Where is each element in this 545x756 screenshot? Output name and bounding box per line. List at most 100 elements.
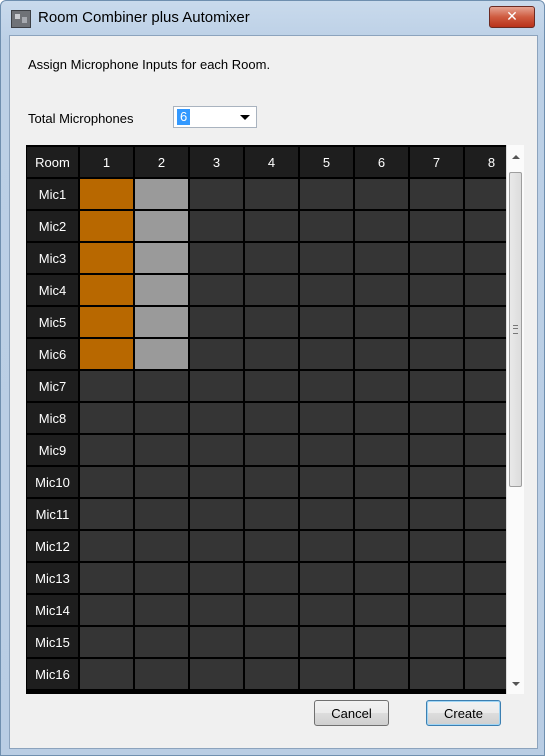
grid-cell-mic6-room4[interactable] — [245, 339, 298, 369]
grid-cell-mic10-room5[interactable] — [300, 467, 353, 497]
grid-cell-mic3-room1[interactable] — [80, 243, 133, 273]
grid-cell-mic8-room4[interactable] — [245, 403, 298, 433]
grid-cell-mic3-room2[interactable] — [135, 243, 188, 273]
grid-cell-mic1-room1[interactable] — [80, 179, 133, 209]
grid-cell-mic4-room7[interactable] — [410, 275, 463, 305]
title-bar[interactable]: Room Combiner plus Automixer ✕ — [1, 1, 544, 35]
grid-cell-mic16-room5[interactable] — [300, 659, 353, 689]
grid-cell-mic15-room3[interactable] — [190, 627, 243, 657]
grid-cell-mic15-room5[interactable] — [300, 627, 353, 657]
grid-cell-mic4-room2[interactable] — [135, 275, 188, 305]
grid-cell-mic4-room6[interactable] — [355, 275, 408, 305]
grid-cell-mic13-room6[interactable] — [355, 563, 408, 593]
grid-cell-mic2-room7[interactable] — [410, 211, 463, 241]
grid-cell-mic14-room3[interactable] — [190, 595, 243, 625]
grid-cell-mic8-room1[interactable] — [80, 403, 133, 433]
grid-cell-mic4-room4[interactable] — [245, 275, 298, 305]
grid-cell-mic9-room6[interactable] — [355, 435, 408, 465]
grid-cell-mic11-room3[interactable] — [190, 499, 243, 529]
grid-cell-mic11-room4[interactable] — [245, 499, 298, 529]
grid-cell-mic15-room7[interactable] — [410, 627, 463, 657]
grid-cell-mic14-room7[interactable] — [410, 595, 463, 625]
grid-cell-mic2-room4[interactable] — [245, 211, 298, 241]
grid-cell-mic5-room5[interactable] — [300, 307, 353, 337]
grid-cell-mic9-room2[interactable] — [135, 435, 188, 465]
scroll-up-arrow-icon[interactable] — [512, 155, 520, 159]
grid-cell-mic4-room1[interactable] — [80, 275, 133, 305]
grid-cell-mic5-room4[interactable] — [245, 307, 298, 337]
grid-cell-mic10-room3[interactable] — [190, 467, 243, 497]
grid-cell-mic10-room6[interactable] — [355, 467, 408, 497]
close-button[interactable]: ✕ — [489, 6, 535, 28]
grid-cell-mic16-room7[interactable] — [410, 659, 463, 689]
grid-cell-mic3-room4[interactable] — [245, 243, 298, 273]
grid-cell-mic1-room7[interactable] — [410, 179, 463, 209]
grid-cell-mic3-room7[interactable] — [410, 243, 463, 273]
grid-cell-mic12-room4[interactable] — [245, 531, 298, 561]
create-button[interactable]: Create — [426, 700, 501, 726]
grid-cell-mic7-room7[interactable] — [410, 371, 463, 401]
grid-cell-mic7-room5[interactable] — [300, 371, 353, 401]
grid-cell-mic1-room3[interactable] — [190, 179, 243, 209]
vertical-scrollbar[interactable] — [506, 145, 524, 694]
grid-cell-mic2-room6[interactable] — [355, 211, 408, 241]
grid-cell-mic13-room4[interactable] — [245, 563, 298, 593]
grid-cell-mic13-room7[interactable] — [410, 563, 463, 593]
grid-cell-mic6-room3[interactable] — [190, 339, 243, 369]
grid-cell-mic3-room6[interactable] — [355, 243, 408, 273]
grid-cell-mic12-room7[interactable] — [410, 531, 463, 561]
grid-cell-mic12-room1[interactable] — [80, 531, 133, 561]
grid-cell-mic2-room2[interactable] — [135, 211, 188, 241]
grid-cell-mic13-room2[interactable] — [135, 563, 188, 593]
grid-cell-mic14-room2[interactable] — [135, 595, 188, 625]
grid-cell-mic14-room5[interactable] — [300, 595, 353, 625]
grid-cell-mic14-room1[interactable] — [80, 595, 133, 625]
grid-cell-mic3-room3[interactable] — [190, 243, 243, 273]
grid-cell-mic9-room1[interactable] — [80, 435, 133, 465]
grid-cell-mic2-room5[interactable] — [300, 211, 353, 241]
grid-cell-mic6-room2[interactable] — [135, 339, 188, 369]
grid-cell-mic16-room3[interactable] — [190, 659, 243, 689]
grid-cell-mic8-room6[interactable] — [355, 403, 408, 433]
grid-cell-mic9-room3[interactable] — [190, 435, 243, 465]
scroll-down-arrow-icon[interactable] — [512, 682, 520, 686]
grid-cell-mic4-room3[interactable] — [190, 275, 243, 305]
grid-cell-mic5-room7[interactable] — [410, 307, 463, 337]
grid-cell-mic16-room6[interactable] — [355, 659, 408, 689]
grid-cell-mic6-room5[interactable] — [300, 339, 353, 369]
grid-cell-mic13-room3[interactable] — [190, 563, 243, 593]
grid-cell-mic16-room2[interactable] — [135, 659, 188, 689]
grid-cell-mic7-room3[interactable] — [190, 371, 243, 401]
grid-cell-mic7-room2[interactable] — [135, 371, 188, 401]
grid-cell-mic14-room6[interactable] — [355, 595, 408, 625]
grid-cell-mic16-room4[interactable] — [245, 659, 298, 689]
grid-cell-mic6-room1[interactable] — [80, 339, 133, 369]
grid-cell-mic10-room4[interactable] — [245, 467, 298, 497]
grid-cell-mic9-room4[interactable] — [245, 435, 298, 465]
grid-cell-mic8-room2[interactable] — [135, 403, 188, 433]
cancel-button[interactable]: Cancel — [314, 700, 389, 726]
grid-cell-mic15-room4[interactable] — [245, 627, 298, 657]
grid-cell-mic15-room2[interactable] — [135, 627, 188, 657]
grid-cell-mic15-room6[interactable] — [355, 627, 408, 657]
grid-cell-mic12-room5[interactable] — [300, 531, 353, 561]
grid-cell-mic11-room1[interactable] — [80, 499, 133, 529]
grid-cell-mic1-room6[interactable] — [355, 179, 408, 209]
grid-cell-mic9-room5[interactable] — [300, 435, 353, 465]
grid-cell-mic11-room5[interactable] — [300, 499, 353, 529]
grid-cell-mic5-room1[interactable] — [80, 307, 133, 337]
grid-cell-mic1-room4[interactable] — [245, 179, 298, 209]
grid-cell-mic5-room6[interactable] — [355, 307, 408, 337]
grid-cell-mic1-room5[interactable] — [300, 179, 353, 209]
grid-cell-mic12-room6[interactable] — [355, 531, 408, 561]
grid-cell-mic7-room4[interactable] — [245, 371, 298, 401]
grid-cell-mic8-room7[interactable] — [410, 403, 463, 433]
grid-cell-mic12-room2[interactable] — [135, 531, 188, 561]
grid-cell-mic12-room3[interactable] — [190, 531, 243, 561]
grid-cell-mic11-room6[interactable] — [355, 499, 408, 529]
grid-cell-mic10-room1[interactable] — [80, 467, 133, 497]
grid-cell-mic5-room3[interactable] — [190, 307, 243, 337]
grid-cell-mic5-room2[interactable] — [135, 307, 188, 337]
grid-cell-mic13-room1[interactable] — [80, 563, 133, 593]
grid-cell-mic8-room5[interactable] — [300, 403, 353, 433]
